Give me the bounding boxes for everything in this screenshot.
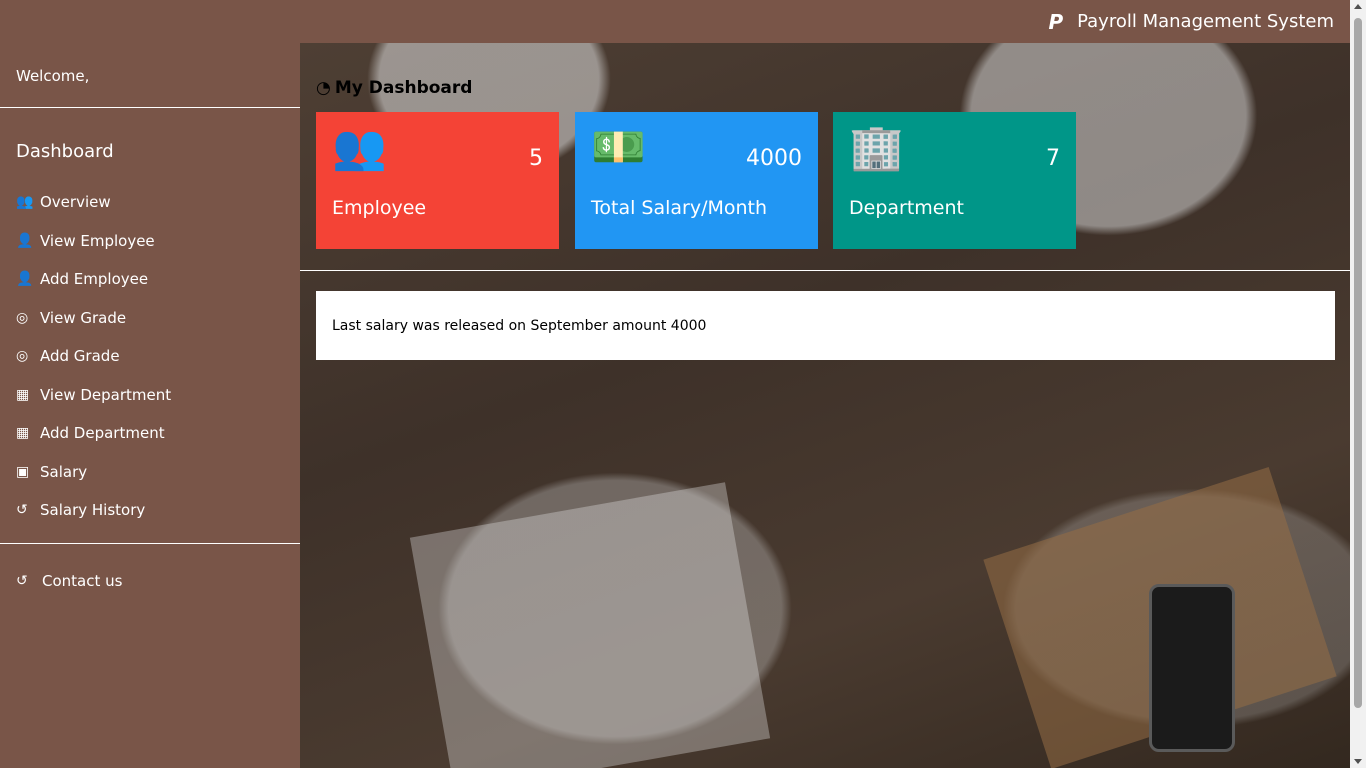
background-phone [1149, 584, 1235, 752]
sidebar-item-salary-history[interactable]: ↺ Salary History [16, 491, 171, 530]
scroll-up-icon[interactable] [1354, 4, 1362, 9]
sidebar-item-add-department[interactable]: ▦ Add Department [16, 414, 171, 453]
vertical-scrollbar[interactable] [1350, 0, 1366, 768]
sidebar-item-label: Overview [40, 193, 111, 212]
building-icon: 🏢 [849, 122, 904, 173]
divider [300, 270, 1350, 271]
money-icon: 💵 [591, 122, 646, 173]
card-label: Employee [332, 197, 427, 219]
building-icon: ▦ [16, 386, 30, 403]
paypal-icon: P [1048, 9, 1064, 34]
scrollbar-thumb[interactable] [1354, 18, 1362, 708]
app-title: Payroll Management System [1077, 11, 1334, 32]
background-newspaper [409, 482, 771, 768]
sidebar-item-view-employee[interactable]: 👤 View Employee [16, 222, 171, 261]
page-title-text: My Dashboard [334, 78, 473, 98]
sidebar: Welcome, Dashboard 👥 Overview 👤 View Emplo… [0, 43, 300, 768]
building-icon: ▦ [16, 425, 30, 442]
sidebar-item-label: Add Employee [40, 270, 149, 289]
users-icon: 👥 [332, 122, 387, 173]
sidebar-item-label: View Department [40, 385, 172, 404]
sidebar-item-overview[interactable]: 👥 Overview [16, 183, 171, 222]
salary-total: 4000 [746, 146, 802, 171]
welcome-text: Welcome, [16, 67, 90, 85]
card-label: Department [849, 197, 964, 219]
salary-card[interactable]: 💵 4000 Total Salary/Month [575, 112, 818, 249]
sidebar-item-label: Salary [40, 462, 88, 481]
sidebar-item-add-grade[interactable]: ◎ Add Grade [16, 337, 171, 376]
divider [0, 543, 300, 544]
brand[interactable]: P Payroll Management System [1048, 0, 1334, 43]
history-icon: ↺ [16, 573, 28, 589]
sidebar-item-contact[interactable]: ↺ Contact us [16, 572, 122, 590]
salary-notice-text: Last salary was released on September am… [332, 317, 707, 334]
sidebar-item-label: Contact us [42, 572, 123, 590]
sidebar-section-title: Dashboard [16, 141, 114, 162]
sidebar-menu: 👥 Overview 👤 View Employee 👤 Add Employee ◎… [16, 183, 171, 530]
employee-count: 5 [529, 146, 543, 171]
sidebar-item-label: Add Grade [40, 347, 120, 366]
employee-card[interactable]: 👥 5 Employee [316, 112, 559, 249]
salary-notice: Last salary was released on September am… [316, 291, 1335, 360]
sidebar-item-add-employee[interactable]: 👤 Add Employee [16, 260, 171, 299]
user-icon: 👤 [16, 232, 34, 249]
card-label: Total Salary/Month [591, 197, 768, 219]
top-bar: P Payroll Management System [0, 0, 1350, 43]
history-icon: ↺ [16, 502, 28, 519]
department-card[interactable]: 🏢 7 Department [833, 112, 1076, 249]
sidebar-item-label: View Grade [40, 308, 127, 327]
dashboard-icon: ◔ [316, 78, 331, 98]
sidebar-item-label: Add Department [40, 424, 165, 443]
main-content: ◔ My Dashboard 👥 5 Employee 💵 4000 Total… [300, 43, 1350, 768]
sidebar-item-label: Salary History [40, 501, 146, 520]
scroll-down-icon[interactable] [1354, 759, 1362, 764]
bullseye-icon: ◎ [16, 348, 29, 365]
page-title: ◔ My Dashboard [316, 78, 472, 98]
money-icon: ▣ [16, 463, 30, 480]
bullseye-icon: ◎ [16, 309, 29, 326]
user-icon: 👤 [16, 271, 34, 288]
sidebar-item-view-department[interactable]: ▦ View Department [16, 376, 171, 415]
department-count: 7 [1046, 146, 1060, 171]
sidebar-item-salary[interactable]: ▣ Salary [16, 453, 171, 492]
divider [0, 107, 300, 108]
users-icon: 👥 [16, 194, 34, 211]
sidebar-item-label: View Employee [40, 231, 155, 250]
sidebar-item-view-grade[interactable]: ◎ View Grade [16, 299, 171, 338]
